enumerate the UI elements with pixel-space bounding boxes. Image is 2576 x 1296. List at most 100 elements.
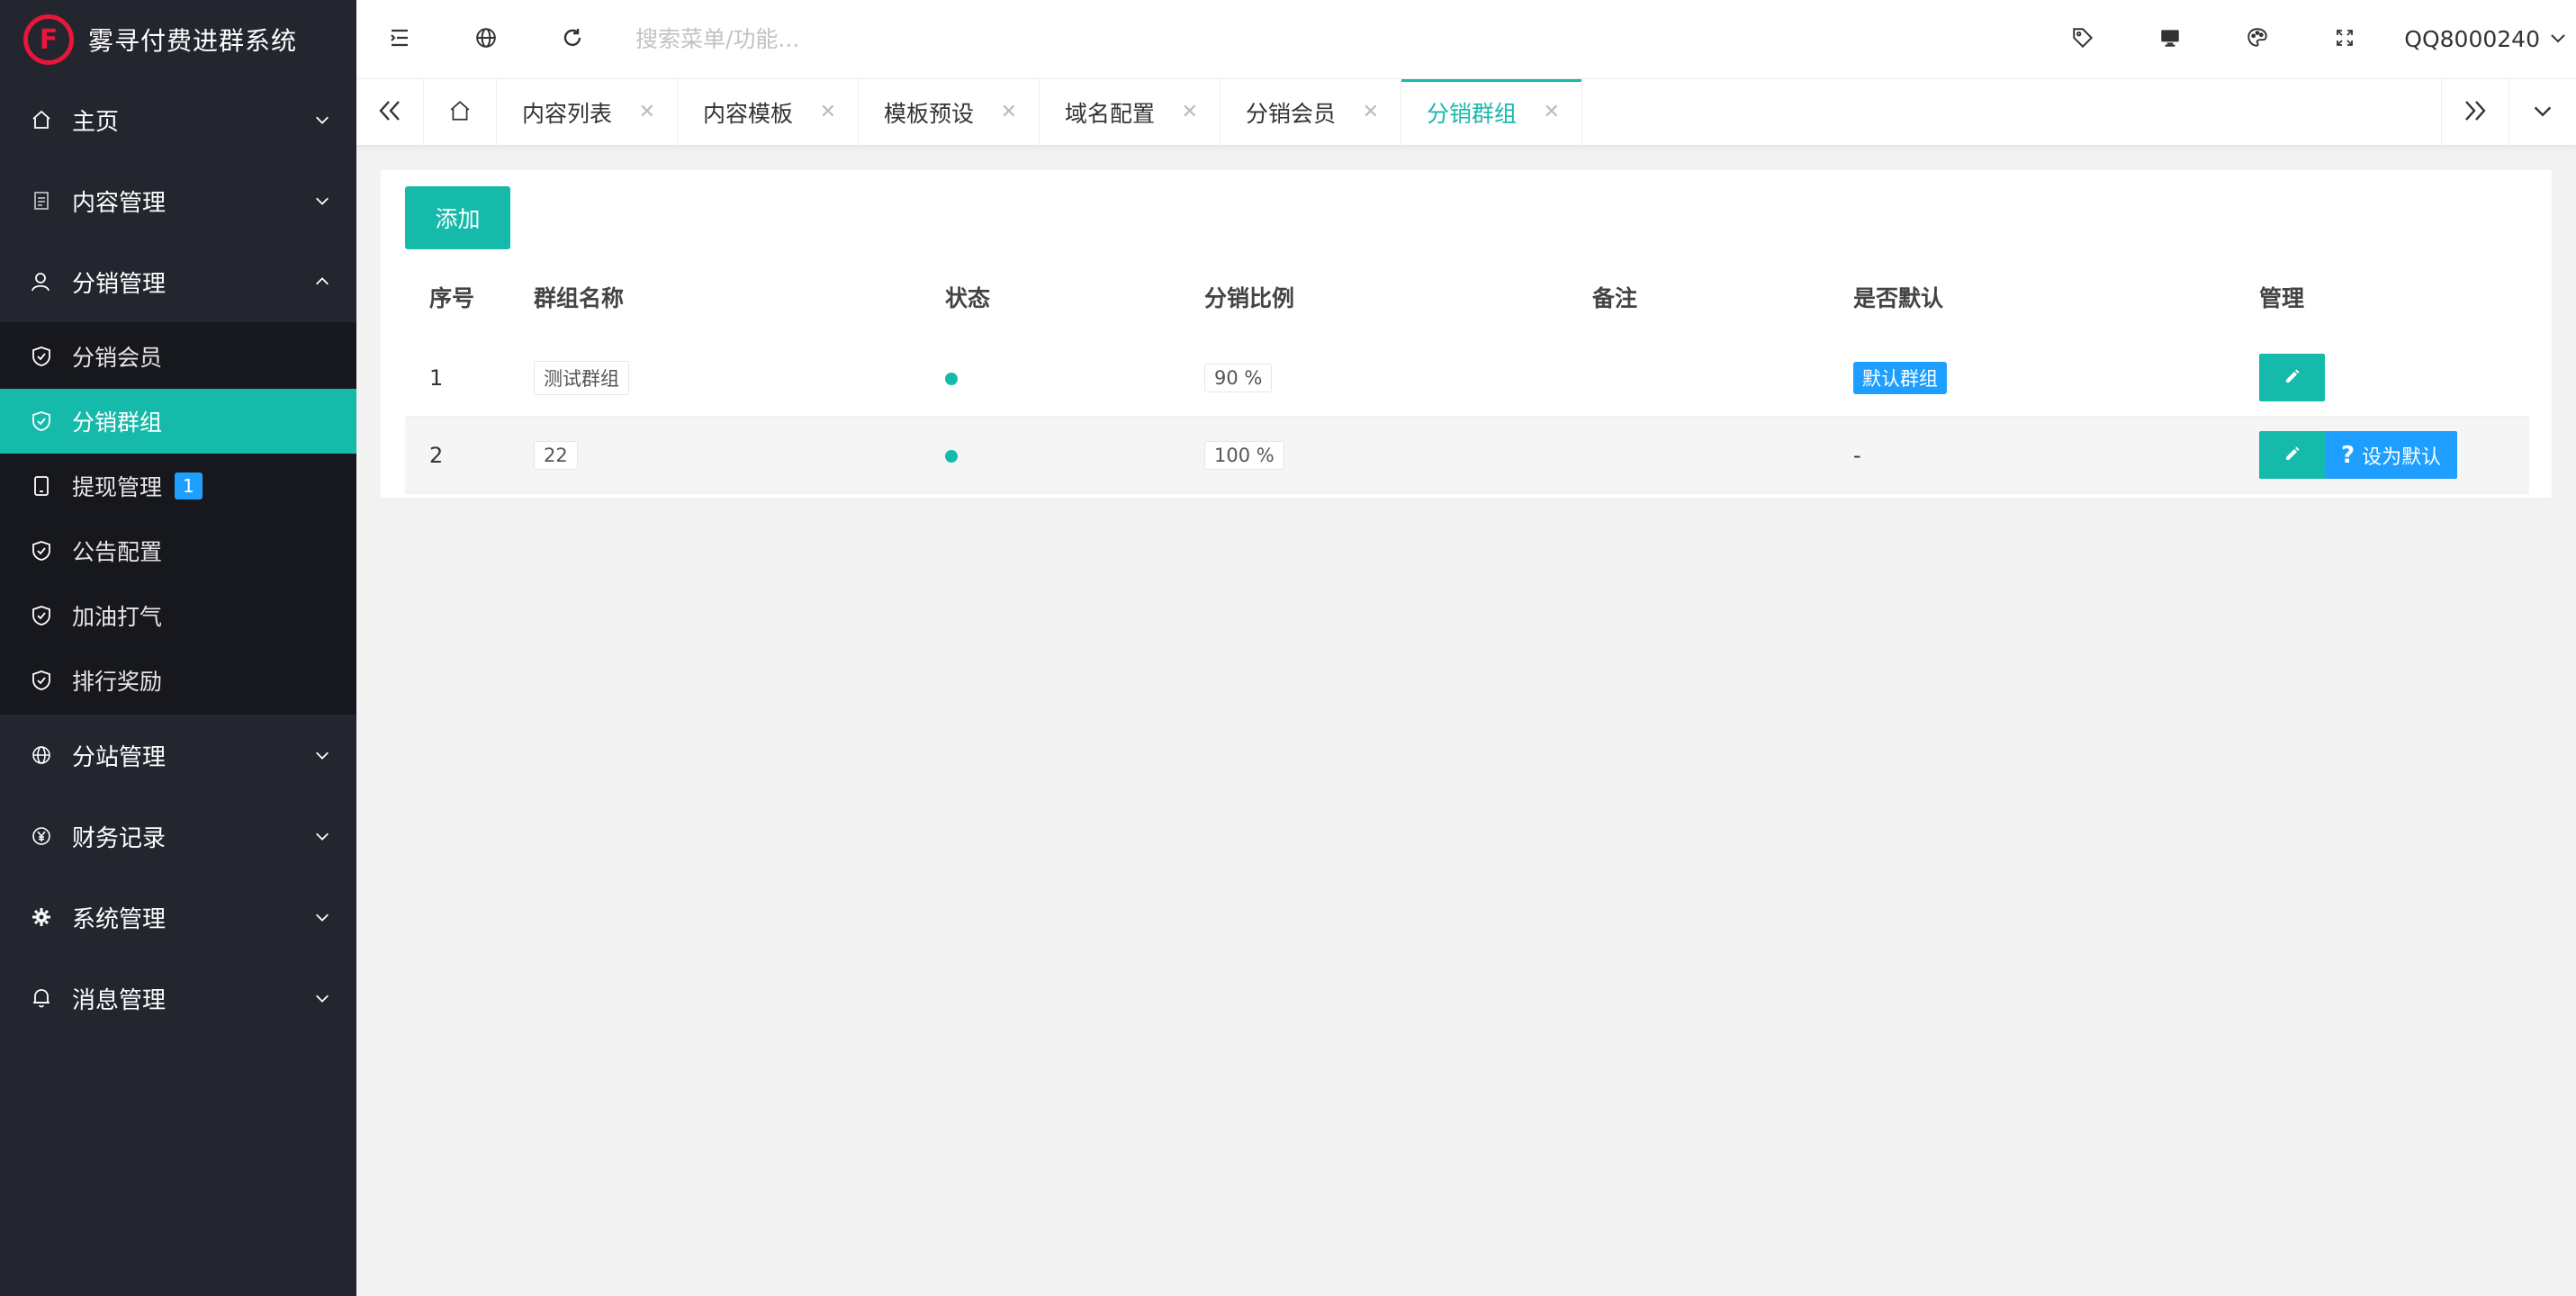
- close-icon[interactable]: ✕: [1544, 101, 1560, 123]
- default-badge: 默认群组: [1853, 361, 1947, 394]
- sidebar-item-label: 财务记录: [72, 824, 167, 852]
- sidebar-menu: 主页 内容管理 分销管理: [0, 79, 356, 322]
- tag-icon: [2071, 26, 2094, 53]
- sidebar-item-withdrawals[interactable]: 提现管理 1: [0, 454, 356, 518]
- close-icon[interactable]: ✕: [1363, 101, 1379, 123]
- close-icon[interactable]: ✕: [820, 101, 836, 123]
- column-header: 序号: [429, 285, 475, 311]
- collapse-sidebar-button[interactable]: [356, 0, 443, 79]
- gear-icon: [31, 906, 52, 928]
- sidebar-item-label: 排行奖励: [72, 669, 163, 695]
- double-chevron-left-icon: [377, 99, 402, 126]
- refresh-icon: [562, 27, 583, 52]
- chevron-down-icon: [2549, 26, 2567, 52]
- top-header: QQ8000240: [356, 0, 2576, 79]
- column-header: 分销比例: [1204, 285, 1295, 311]
- sidebar-item-label: 分站管理: [72, 743, 167, 771]
- username: QQ8000240: [2404, 26, 2540, 52]
- double-chevron-right-icon: [2463, 99, 2488, 126]
- header-right: QQ8000240: [2039, 0, 2576, 79]
- content-card: 添加 序号 群组名称 状态 分销比例 备注 是否默认 管理 1 测试群组 90 …: [381, 170, 2552, 498]
- chevron-down-icon: [313, 192, 331, 210]
- tabs-menu-button[interactable]: [2508, 79, 2576, 145]
- pencil-icon: [2283, 367, 2301, 388]
- logo[interactable]: F 雾寻付费进群系统: [0, 0, 356, 79]
- row-actions: ? 设为默认: [2259, 431, 2458, 479]
- sidebar-item-ranking-rewards[interactable]: 排行奖励: [0, 648, 356, 713]
- sidebar-item-home[interactable]: 主页: [0, 79, 356, 160]
- add-button[interactable]: 添加: [405, 186, 510, 249]
- sidebar-item-distribution[interactable]: 分销管理: [0, 241, 356, 322]
- chevron-down-icon: [313, 908, 331, 926]
- chevron-down-icon: [313, 746, 331, 764]
- ratio-value: 100 %: [1204, 440, 1284, 470]
- tab-distribution-groups[interactable]: 分销群组 ✕: [1401, 79, 1582, 145]
- sidebar-item-label: 加油打气: [72, 604, 163, 630]
- tag-button[interactable]: [2039, 0, 2126, 79]
- edit-button[interactable]: [2259, 354, 2325, 401]
- sidebar-item-system[interactable]: 系统管理: [0, 877, 356, 958]
- logo-icon: F: [23, 14, 74, 65]
- question-icon: ?: [2341, 441, 2355, 469]
- tab-label: 域名配置: [1065, 100, 1156, 127]
- sidebar-item-finance[interactable]: 财务记录: [0, 796, 356, 877]
- edit-button[interactable]: [2259, 431, 2325, 479]
- row-index: 1: [429, 364, 444, 391]
- tab-domain-config[interactable]: 域名配置 ✕: [1040, 79, 1220, 145]
- sidebar-submenu-distribution: 分销会员 分销群组 提现管理 1 公告配置 加油打气 排行奖励: [0, 322, 356, 715]
- tab-content-list[interactable]: 内容列表 ✕: [497, 79, 678, 145]
- sidebar-item-label: 系统管理: [72, 905, 167, 933]
- withdrawals-count-badge: 1: [175, 472, 203, 500]
- home-icon: [31, 109, 52, 130]
- chevron-down-icon: [313, 827, 331, 845]
- fullscreen-button[interactable]: [2301, 0, 2388, 79]
- sidebar-item-label: 分销管理: [72, 270, 167, 298]
- search-input[interactable]: [634, 15, 1177, 63]
- set-default-button[interactable]: ? 设为默认: [2325, 431, 2458, 479]
- tab-template-preset[interactable]: 模板预设 ✕: [859, 79, 1040, 145]
- tab-label: 内容列表: [522, 100, 613, 127]
- shield-icon: [31, 540, 52, 562]
- column-header: 状态: [945, 285, 991, 311]
- refresh-button[interactable]: [529, 0, 616, 79]
- sidebar-item-distribution-groups[interactable]: 分销群组: [0, 389, 356, 454]
- sidebar-item-label: 分销会员: [72, 345, 163, 371]
- ratio-value: 90 %: [1204, 363, 1273, 392]
- sidebar-item-messages[interactable]: 消息管理: [0, 958, 356, 1039]
- column-header: 是否默认: [1853, 285, 1944, 311]
- sidebar-item-cheer[interactable]: 加油打气: [0, 583, 356, 648]
- row-index: 2: [429, 442, 444, 468]
- tabs-scroll-left-button[interactable]: [356, 79, 424, 145]
- sidebar-item-label: 主页: [72, 108, 120, 136]
- close-icon[interactable]: ✕: [639, 101, 655, 123]
- tab-content-template[interactable]: 内容模板 ✕: [678, 79, 859, 145]
- tab-distribution-members[interactable]: 分销会员 ✕: [1220, 79, 1401, 145]
- pencil-icon: [2283, 445, 2301, 465]
- tab-label: 分销群组: [1427, 100, 1518, 127]
- sidebar-item-content[interactable]: 内容管理: [0, 160, 356, 241]
- set-default-label: 设为默认: [2362, 446, 2442, 469]
- sidebar-item-substations[interactable]: 分站管理: [0, 715, 356, 796]
- group-name: 22: [534, 440, 578, 470]
- tab-home[interactable]: [424, 79, 497, 145]
- sidebar-item-distribution-members[interactable]: 分销会员: [0, 324, 356, 389]
- status-dot: [945, 449, 958, 463]
- chevron-down-icon: [2532, 100, 2553, 125]
- menu-indent-icon: [388, 27, 411, 52]
- screen-button[interactable]: [2126, 0, 2213, 79]
- tabs-scroll-right-button[interactable]: [2441, 79, 2508, 145]
- user-menu[interactable]: QQ8000240: [2388, 0, 2576, 79]
- sidebar-item-announcements[interactable]: 公告配置: [0, 518, 356, 583]
- tablet-icon: [31, 475, 52, 497]
- theme-button[interactable]: [2213, 0, 2301, 79]
- chevron-up-icon: [313, 273, 331, 291]
- shield-icon: [31, 670, 52, 691]
- close-icon[interactable]: ✕: [1182, 101, 1198, 123]
- sidebar-item-label: 公告配置: [72, 539, 163, 565]
- close-icon[interactable]: ✕: [1001, 101, 1017, 123]
- default-value: -: [1853, 442, 1861, 468]
- chevron-down-icon: [313, 111, 331, 129]
- globe-icon: [475, 27, 497, 52]
- website-button[interactable]: [443, 0, 529, 79]
- column-header: 群组名称: [534, 285, 625, 311]
